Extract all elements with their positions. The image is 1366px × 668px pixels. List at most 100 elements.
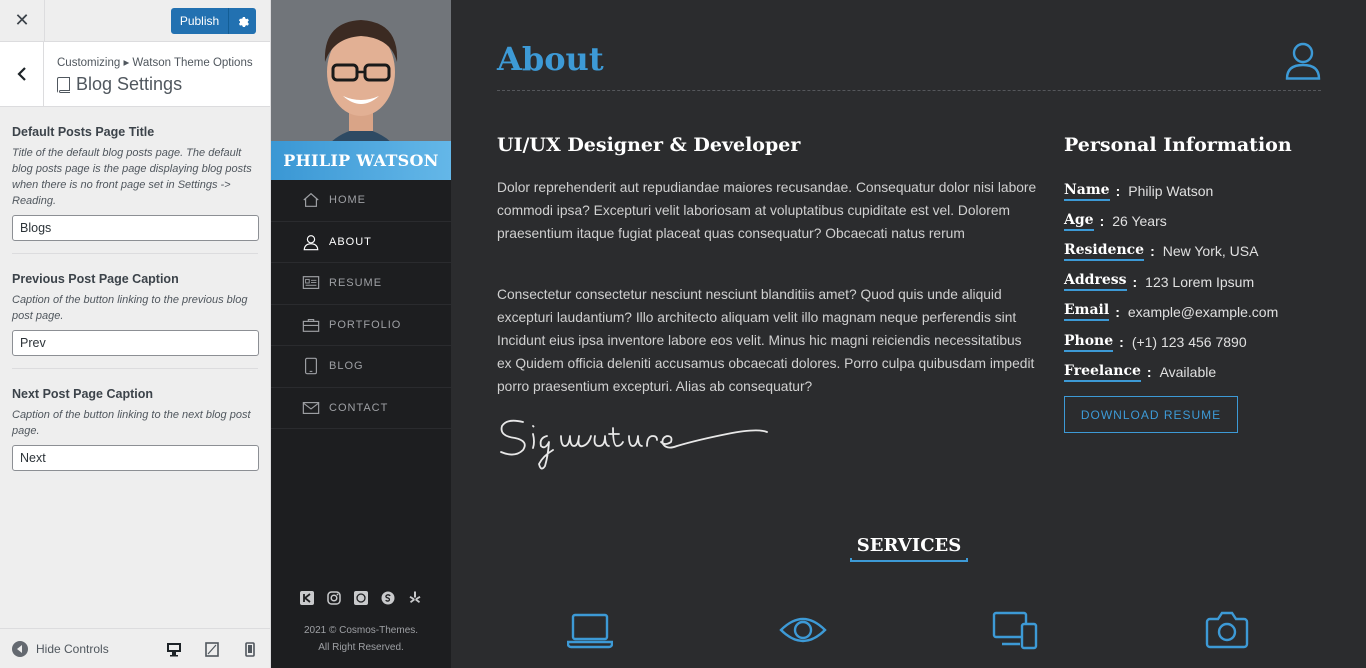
customizer-footer: Hide Controls bbox=[0, 628, 270, 668]
info-value: Philip Watson bbox=[1128, 183, 1214, 200]
nav-item-portfolio[interactable]: PORTFOLIO bbox=[271, 305, 451, 346]
section-title: Blog Settings bbox=[57, 74, 182, 95]
back-button[interactable] bbox=[0, 42, 44, 106]
chevron-left-icon bbox=[16, 67, 26, 81]
info-value: 123 Lorem Ipsum bbox=[1145, 273, 1255, 290]
control-default-posts-title: Default Posts Page Title Title of the de… bbox=[12, 107, 259, 254]
info-key: Residence bbox=[1064, 242, 1145, 261]
controls-list: Default Posts Page Title Title of the de… bbox=[0, 107, 270, 483]
info-separator: : bbox=[1119, 334, 1124, 351]
home-icon bbox=[303, 193, 319, 208]
section-title-text: Blog Settings bbox=[76, 74, 183, 94]
nav-label: RESUME bbox=[329, 277, 383, 290]
skype-link[interactable] bbox=[381, 590, 396, 605]
yelp-icon bbox=[409, 591, 421, 603]
info-separator: : bbox=[1115, 303, 1120, 320]
customizer-header: ✕ Publish bbox=[0, 0, 270, 42]
info-key: Name bbox=[1064, 182, 1110, 201]
nav-item-about[interactable]: ABOUT bbox=[271, 222, 451, 263]
skype-icon bbox=[381, 591, 395, 604]
signature-image bbox=[500, 419, 768, 470]
personal-info-list: Name: Philip Watson Age:26 Years Residenc… bbox=[1064, 176, 1278, 387]
gear-icon bbox=[238, 17, 249, 27]
tablet-icon bbox=[305, 358, 317, 375]
nav-item-blog[interactable]: BLOG bbox=[271, 346, 451, 388]
whatsapp-icon bbox=[354, 590, 368, 605]
yelp-link[interactable] bbox=[408, 590, 423, 605]
camera-icon bbox=[1205, 611, 1249, 649]
breadcrumb: Customizing ▸ Watson Theme Options bbox=[57, 57, 253, 69]
tablet-icon bbox=[205, 642, 219, 657]
section-header: Customizing ▸ Watson Theme Options Blog … bbox=[0, 42, 270, 107]
services-title: SERVICES bbox=[856, 535, 962, 556]
info-row-address: Address:123 Lorem Ipsum bbox=[1064, 267, 1278, 297]
copyright-line: All Right Reserved. bbox=[318, 642, 404, 653]
social-links bbox=[271, 590, 451, 605]
nav-label: ABOUT bbox=[329, 235, 372, 248]
whatsapp-link[interactable] bbox=[354, 590, 369, 605]
services-underline bbox=[850, 558, 968, 562]
info-key: Freelance bbox=[1064, 363, 1141, 382]
briefcase-icon bbox=[302, 318, 320, 332]
nav-label: PORTFOLIO bbox=[329, 318, 402, 331]
desktop-icon bbox=[167, 643, 181, 657]
publish-group: Publish bbox=[171, 8, 256, 34]
device-switcher bbox=[166, 639, 258, 657]
info-separator: : bbox=[1099, 213, 1105, 230]
next-caption-input[interactable] bbox=[12, 445, 259, 471]
download-resume-button[interactable]: DOWNLOAD RESUME bbox=[1064, 396, 1238, 433]
profile-photo: PHILIP WATSON bbox=[271, 0, 451, 180]
klout-link[interactable] bbox=[300, 590, 315, 605]
customizer-panel: ✕ Publish Customizing ▸ Watson Theme Opt… bbox=[0, 0, 271, 668]
title-divider bbox=[497, 90, 1321, 91]
mobile-icon bbox=[245, 642, 255, 657]
nav-item-home[interactable]: HOME bbox=[271, 180, 451, 222]
main-content: About UI/UX Designer & Developer Dolor r… bbox=[451, 0, 1366, 668]
site-nav: HOME ABOUT RESUME PORTFOLIO BLOG CONTACT bbox=[271, 180, 451, 429]
nav-item-resume[interactable]: RESUME bbox=[271, 263, 451, 305]
envelope-icon bbox=[302, 401, 320, 414]
desktop-preview-button[interactable] bbox=[166, 639, 182, 657]
arrow-left-circle-icon bbox=[12, 640, 28, 657]
info-key: Address bbox=[1064, 272, 1127, 292]
devices-icon bbox=[992, 611, 1038, 650]
laptop-icon bbox=[567, 613, 613, 649]
mobile-preview-button[interactable] bbox=[242, 639, 258, 657]
close-customizer-button[interactable]: ✕ bbox=[0, 0, 45, 41]
control-label: Default Posts Page Title bbox=[12, 125, 155, 139]
tablet-preview-button[interactable] bbox=[204, 639, 220, 657]
info-separator: : bbox=[1115, 183, 1121, 200]
about-subtitle: UI/UX Designer & Developer bbox=[497, 134, 801, 156]
klout-icon bbox=[300, 590, 314, 605]
publish-button[interactable]: Publish bbox=[171, 8, 228, 34]
info-key: Email bbox=[1064, 302, 1110, 322]
info-row-residence: Residence: New York, USA bbox=[1064, 236, 1278, 266]
control-description: Caption of the button linking to the pre… bbox=[12, 294, 248, 322]
control-prev-caption: Previous Post Page Caption Caption of th… bbox=[12, 254, 259, 369]
nav-label: BLOG bbox=[329, 360, 364, 373]
user-icon bbox=[303, 234, 319, 250]
info-separator: : bbox=[1132, 273, 1138, 290]
instagram-icon bbox=[327, 590, 341, 605]
page-title: About bbox=[497, 40, 604, 78]
copyright: 2021 © Cosmos-Themes. All Right Reserved… bbox=[271, 622, 451, 656]
publish-settings-button[interactable] bbox=[228, 8, 256, 34]
eye-icon bbox=[779, 617, 827, 643]
info-key: Phone bbox=[1064, 333, 1114, 352]
hide-controls-label: Hide Controls bbox=[36, 641, 109, 656]
info-value: Available bbox=[1159, 364, 1217, 381]
info-row-age: Age:26 Years bbox=[1064, 206, 1278, 236]
prev-caption-input[interactable] bbox=[12, 330, 259, 356]
hide-controls-button[interactable]: Hide Controls bbox=[12, 640, 109, 657]
control-description: Caption of the button linking to the nex… bbox=[12, 409, 251, 437]
nav-label: HOME bbox=[329, 194, 366, 207]
instagram-link[interactable] bbox=[327, 590, 342, 605]
info-row-email: Email: example@example.com bbox=[1064, 297, 1278, 327]
control-label: Previous Post Page Caption bbox=[12, 272, 179, 286]
nav-item-contact[interactable]: CONTACT bbox=[271, 388, 451, 429]
info-key: Age bbox=[1064, 212, 1094, 231]
default-posts-title-input[interactable] bbox=[12, 215, 259, 241]
info-row-name: Name: Philip Watson bbox=[1064, 176, 1278, 206]
close-icon: ✕ bbox=[14, 10, 30, 30]
copyright-line: 2021 © Cosmos-Themes. bbox=[303, 625, 419, 636]
